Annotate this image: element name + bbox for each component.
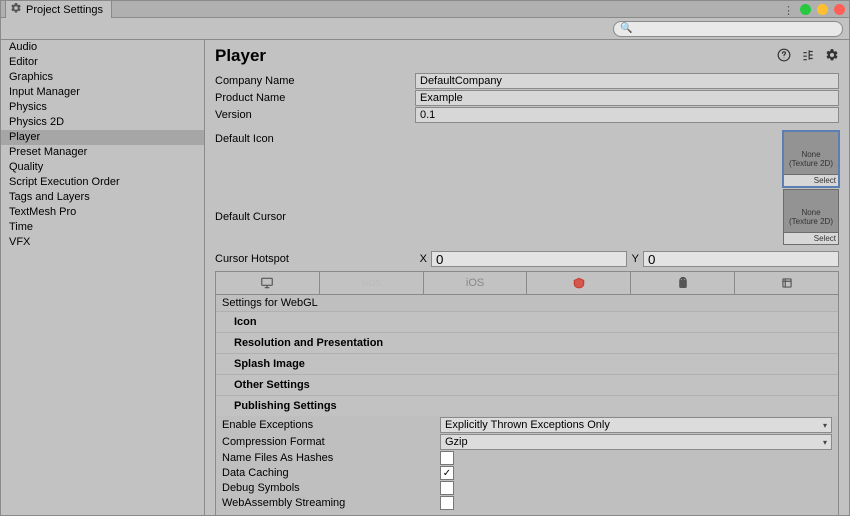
product-name-label: Product Name — [215, 92, 415, 104]
enable-exceptions-value: Explicitly Thrown Exceptions Only — [445, 419, 610, 431]
main-split: AudioEditorGraphicsInput ManagerPhysicsP… — [0, 40, 850, 516]
company-name-label: Company Name — [215, 75, 415, 87]
default-cursor-row: Default Cursor None (Texture 2D) Select — [215, 189, 839, 245]
toolbar: 🔍 — [0, 18, 850, 40]
name-files-checkbox[interactable] — [440, 451, 454, 465]
product-name-input[interactable] — [415, 90, 839, 106]
section-resolution[interactable]: Resolution and Presentation — [216, 333, 838, 354]
section-publishing[interactable]: Publishing Settings — [216, 396, 838, 416]
compression-value: Gzip — [445, 436, 468, 448]
sidebar-item-physics-2d[interactable]: Physics 2D — [1, 115, 204, 130]
window-title: Project Settings — [26, 4, 103, 16]
page-title: Player — [215, 46, 266, 66]
content-panel: Player Company Name Pr — [205, 40, 849, 515]
cursor-y-label: Y — [627, 253, 643, 265]
slot-none-text: None (Texture 2D) — [784, 206, 838, 228]
cursor-hotspot-label: Cursor Hotspot — [215, 253, 415, 265]
help-icon[interactable] — [777, 48, 791, 65]
default-icon-label: Default Icon — [215, 131, 415, 145]
name-files-label: Name Files As Hashes — [222, 452, 440, 464]
sidebar-item-script-execution-order[interactable]: Script Execution Order — [1, 175, 204, 190]
minimize-button[interactable] — [817, 4, 828, 15]
search-icon: 🔍 — [620, 24, 632, 34]
search-input[interactable] — [636, 22, 836, 35]
settings-icon[interactable] — [825, 48, 839, 65]
enable-exceptions-label: Enable Exceptions — [222, 419, 440, 431]
cursor-y-input[interactable] — [643, 251, 839, 267]
enable-exceptions-dropdown[interactable]: Explicitly Thrown Exceptions Only ▾ — [440, 417, 832, 433]
platform-tab-webgl[interactable] — [527, 272, 631, 294]
default-cursor-slot[interactable]: None (Texture 2D) Select — [783, 189, 839, 245]
sidebar-item-tags-and-layers[interactable]: Tags and Layers — [1, 190, 204, 205]
settings-group-title: Settings for WebGL — [216, 295, 838, 312]
sidebar-item-audio[interactable]: Audio — [1, 40, 204, 55]
section-other[interactable]: Other Settings — [216, 375, 838, 396]
version-input[interactable] — [415, 107, 839, 123]
version-row: Version — [215, 107, 839, 123]
platform-tab-universal[interactable] — [735, 272, 838, 294]
publishing-settings-body: Enable Exceptions Explicitly Thrown Exce… — [216, 417, 838, 515]
sidebar-item-graphics[interactable]: Graphics — [1, 70, 204, 85]
version-label: Version — [215, 109, 415, 121]
company-name-row: Company Name — [215, 73, 839, 89]
cursor-x-label: X — [415, 253, 431, 265]
dropdown-arrow-icon: ▾ — [823, 438, 827, 447]
platform-tabs: tvOS iOS — [215, 271, 839, 294]
window-controls: ⋮ — [783, 4, 845, 15]
platform-tab-ios[interactable]: iOS — [424, 272, 528, 294]
content-scroll[interactable]: Company Name Product Name Version Defaul… — [205, 72, 849, 515]
title-bar: Project Settings ⋮ — [0, 0, 850, 18]
wasm-streaming-label: WebAssembly Streaming — [222, 497, 440, 509]
product-name-row: Product Name — [215, 90, 839, 106]
sidebar-item-textmesh-pro[interactable]: TextMesh Pro — [1, 205, 204, 220]
platform-tab-standalone[interactable] — [216, 272, 320, 294]
company-name-input[interactable] — [415, 73, 839, 89]
maximize-button[interactable] — [800, 4, 811, 15]
cursor-x-input[interactable] — [431, 251, 627, 267]
sidebar-item-vfx[interactable]: VFX — [1, 235, 204, 250]
section-icon[interactable]: Icon — [216, 312, 838, 333]
default-cursor-label: Default Cursor — [215, 211, 415, 223]
wasm-streaming-checkbox[interactable] — [440, 496, 454, 510]
platform-tab-android[interactable] — [631, 272, 735, 294]
close-button[interactable] — [834, 4, 845, 15]
default-icon-slot[interactable]: None (Texture 2D) Select — [783, 131, 839, 187]
data-caching-checkbox[interactable] — [440, 466, 454, 480]
menu-dots-icon[interactable]: ⋮ — [783, 4, 794, 15]
player-form: Company Name Product Name Version Defaul… — [205, 73, 849, 515]
compression-dropdown[interactable]: Gzip ▾ — [440, 434, 832, 450]
default-icon-select-button[interactable]: Select — [784, 174, 838, 186]
preset-icon[interactable] — [801, 48, 815, 65]
slot-none-text: None (Texture 2D) — [784, 148, 838, 170]
debug-symbols-label: Debug Symbols — [222, 482, 440, 494]
default-cursor-select-button[interactable]: Select — [784, 232, 838, 244]
sidebar-item-preset-manager[interactable]: Preset Manager — [1, 145, 204, 160]
settings-group: Settings for WebGL Icon Resolution and P… — [215, 294, 839, 515]
sidebar-item-editor[interactable]: Editor — [1, 55, 204, 70]
search-field[interactable]: 🔍 — [613, 21, 843, 37]
sidebar-item-quality[interactable]: Quality — [1, 160, 204, 175]
header-actions — [777, 48, 839, 65]
sidebar-item-time[interactable]: Time — [1, 220, 204, 235]
section-splash[interactable]: Splash Image — [216, 354, 838, 375]
sidebar-item-player[interactable]: Player — [1, 130, 204, 145]
dropdown-arrow-icon: ▾ — [823, 421, 827, 430]
content-header: Player — [205, 40, 849, 72]
debug-symbols-checkbox[interactable] — [440, 481, 454, 495]
cursor-hotspot-row: Cursor Hotspot X Y — [215, 251, 839, 267]
platform-tab-tvos[interactable]: tvOS — [320, 272, 424, 294]
sidebar-item-input-manager[interactable]: Input Manager — [1, 85, 204, 100]
window-tab[interactable]: Project Settings — [5, 0, 112, 18]
compression-label: Compression Format — [222, 436, 440, 448]
category-sidebar: AudioEditorGraphicsInput ManagerPhysicsP… — [1, 40, 205, 515]
data-caching-label: Data Caching — [222, 467, 440, 479]
default-icon-row: Default Icon None (Texture 2D) Select — [215, 131, 839, 187]
sidebar-item-physics[interactable]: Physics — [1, 100, 204, 115]
settings-gear-icon — [10, 2, 22, 17]
